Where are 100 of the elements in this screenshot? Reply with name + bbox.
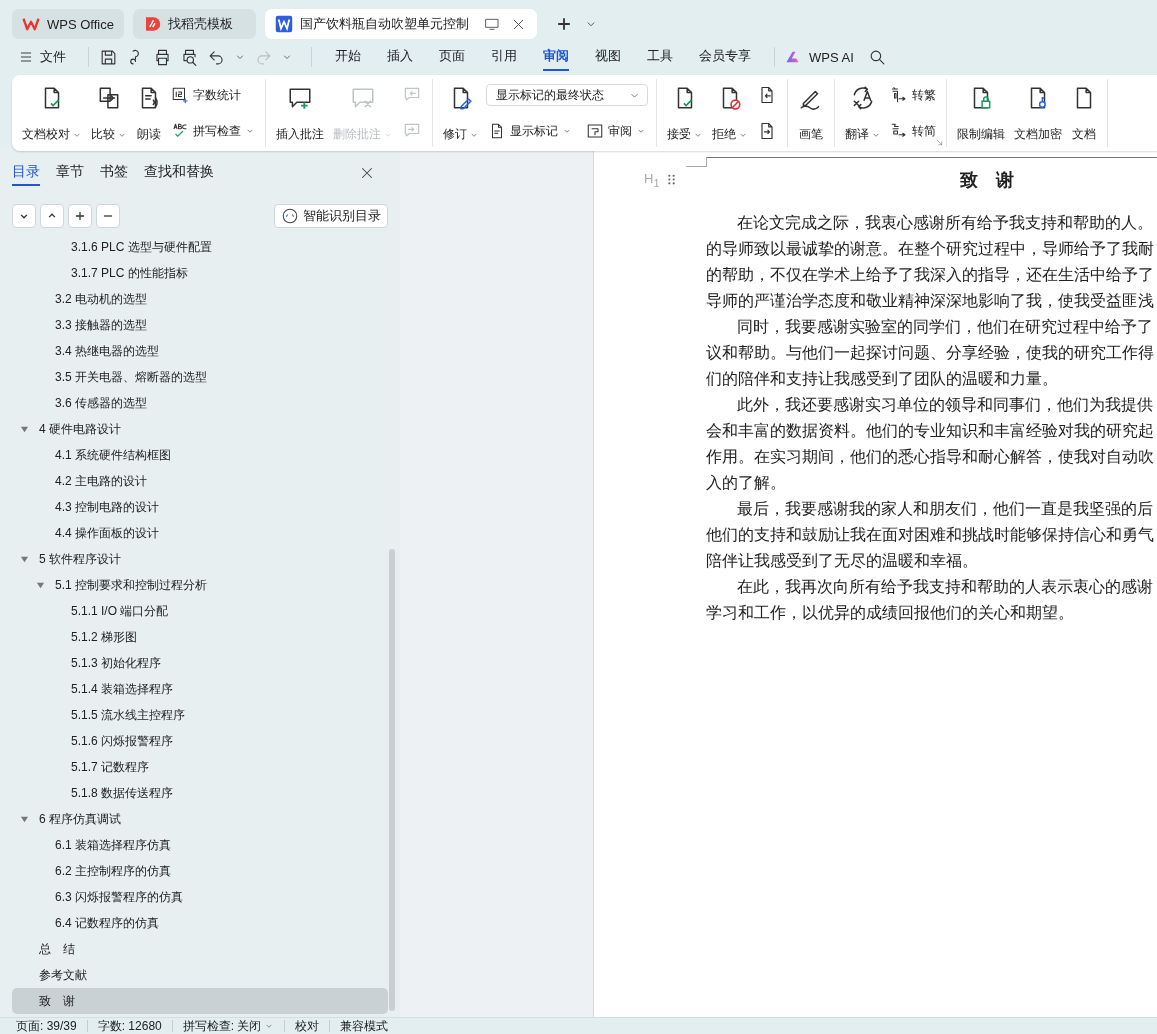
outline-item[interactable]: 5.1.3 初始化程序 <box>12 650 388 676</box>
collapse-arrow-icon[interactable] <box>20 814 29 824</box>
outline-item[interactable]: 6.3 闪烁报警程序的仿真 <box>12 884 388 910</box>
ribbon-button[interactable]: 转简 <box>888 120 938 142</box>
ribbon-button[interactable]: 显示标记 <box>486 120 574 142</box>
outline-label: 5.1.5 流水线主控程序 <box>71 706 186 724</box>
outline-item[interactable]: 4 硬件电路设计 <box>12 416 388 442</box>
ribbon-button[interactable]: 审阅 <box>584 120 648 142</box>
smart-outline-button[interactable]: 智能识别目录 <box>274 204 388 228</box>
ribbon-tab[interactable]: 引用 <box>491 43 517 71</box>
outline-item[interactable]: 6.4 记数程序的仿真 <box>12 910 388 936</box>
menu-icon <box>18 49 34 65</box>
outline-label: 3.4 热继电器的选型 <box>55 342 159 360</box>
outline-item[interactable]: 参考文献 <box>12 962 388 988</box>
outline-item[interactable]: 5.1.1 I/O 端口分配 <box>12 598 388 624</box>
outline-label: 4.2 主电路的设计 <box>55 472 147 490</box>
dialog-launcher-icon[interactable] <box>935 138 944 147</box>
ribbon-button[interactable]: 字数统计 <box>169 84 257 106</box>
ribbon-button[interactable]: 文档校对 <box>20 79 84 147</box>
ribbon-button[interactable]: 翻译 <box>843 79 883 147</box>
heading: 致 谢 <box>959 169 1015 192</box>
outline-item[interactable]: 6.2 主控制程序的仿真 <box>12 858 388 884</box>
outline-item[interactable]: 6 程序仿真调试 <box>12 806 388 832</box>
ribbon-button[interactable]: 限制编辑 <box>955 79 1007 147</box>
outline-label: 4 硬件电路设计 <box>39 420 121 438</box>
outline-item[interactable]: 3.1.7 PLC 的性能指标 <box>12 260 388 286</box>
outline-item[interactable]: 3.1.6 PLC 选型与硬件配置 <box>12 234 388 260</box>
outline-item[interactable]: 5.1.2 梯形图 <box>12 624 388 650</box>
ribbon-tab[interactable]: 审阅 <box>543 43 569 71</box>
ribbon-tab[interactable]: 视图 <box>595 43 621 71</box>
status-text: 校对 <box>295 1017 320 1034</box>
collapse-arrow-icon[interactable] <box>20 424 29 434</box>
panel-tab[interactable]: 目录 <box>12 160 40 186</box>
smart-outline-icon <box>281 207 299 225</box>
status-dropdown[interactable]: 拼写检查: 关闭 <box>182 1017 275 1034</box>
outline-label: 5.1.6 闪烁报警程序 <box>71 732 174 750</box>
outline-item[interactable]: 3.4 热继电器的选型 <box>12 338 388 364</box>
panel-tab[interactable]: 查找和替换 <box>144 160 214 186</box>
outline-item[interactable]: 4.4 操作面板的设计 <box>12 520 388 546</box>
outline-label: 3.5 开关电器、熔断器的选型 <box>55 368 207 386</box>
outline-item[interactable]: 4.2 主电路的设计 <box>12 468 388 494</box>
panel-tab[interactable]: 章节 <box>56 160 84 186</box>
ribbon-tab[interactable]: 工具 <box>647 43 673 71</box>
ribbon-button[interactable]: 插入批注 <box>274 79 326 147</box>
ribbon-button[interactable]: 接受 <box>665 79 705 147</box>
outline-item[interactable]: 5.1.8 数据传送程序 <box>12 780 388 806</box>
outline-label: 5.1.2 梯形图 <box>71 628 138 646</box>
collapse-arrow-icon[interactable] <box>20 554 29 564</box>
markup-dropdown[interactable]: 显示标记的最终状态 <box>486 84 648 106</box>
ribbon-button[interactable]: 文档 <box>1069 79 1099 147</box>
text-line: 们的陪伴和支持让我感受到了团队的温暖和力量。 <box>706 369 1059 390</box>
outline-item[interactable]: 5 软件程序设计 <box>12 546 388 572</box>
outline-item[interactable]: 5.1.7 记数程序 <box>12 754 388 780</box>
document-logo-icon <box>275 15 293 33</box>
outline-label: 5.1.4 装箱选择程序 <box>71 680 174 698</box>
ribbon-button[interactable]: 拼写检查 <box>169 120 257 142</box>
outline-item[interactable]: 3.6 传感器的选型 <box>12 390 388 416</box>
ribbon-tab[interactable]: 页面 <box>439 43 465 71</box>
outline-item[interactable]: 致 谢 <box>12 988 388 1014</box>
ribbon-button[interactable]: 转繁 <box>888 84 938 106</box>
ribbon-button[interactable]: 比较 <box>89 79 129 147</box>
outline-item[interactable]: 3.5 开关电器、熔断器的选型 <box>12 364 388 390</box>
window-tab[interactable]: WPS Office <box>12 9 124 39</box>
ribbon-button[interactable]: 画笔 <box>796 79 826 147</box>
status-text: 兼容模式 <box>340 1017 389 1034</box>
window-tab[interactable]: 国产饮料瓶自动吹塑单元控制 <box>265 9 537 39</box>
ribbon-button[interactable]: 文档加密 <box>1012 79 1064 147</box>
template-logo-icon <box>143 15 161 33</box>
outline-item[interactable]: 4.3 控制电路的设计 <box>12 494 388 520</box>
outline-label: 4.3 控制电路的设计 <box>55 498 159 516</box>
outline-item[interactable]: 5.1.5 流水线主控程序 <box>12 702 388 728</box>
add-button[interactable] <box>68 204 92 228</box>
outline-item[interactable]: 6.1 装箱选择程序仿真 <box>12 832 388 858</box>
outline-label: 参考文献 <box>39 966 87 984</box>
ai-button[interactable]: WPS AI <box>809 49 854 65</box>
text-line: 最后，我要感谢我的家人和朋友们，他们一直是我坚强的后 <box>736 499 1154 520</box>
review-pane-icon <box>586 122 604 140</box>
scrollbar[interactable] <box>389 549 395 1011</box>
outline-label: 5.1 控制要求和控制过程分析 <box>55 576 207 594</box>
ribbon-button[interactable]: 拒绝 <box>710 79 750 147</box>
outline-item[interactable]: 3.3 接触器的选型 <box>12 312 388 338</box>
outline-item[interactable]: 5.1.6 闪烁报警程序 <box>12 728 388 754</box>
window-tab[interactable]: 找稻壳模板 <box>133 9 256 39</box>
ribbon-tab[interactable]: 会员专享 <box>699 43 751 71</box>
remove-button[interactable] <box>96 204 120 228</box>
panel-tab[interactable]: 书签 <box>100 160 128 186</box>
outline-item[interactable]: 总 结 <box>12 936 388 962</box>
file-menu[interactable]: 文件 <box>18 48 66 66</box>
tab-title: WPS Office <box>47 16 114 32</box>
collapse-arrow-icon[interactable] <box>36 580 45 590</box>
outline-item[interactable]: 3.2 电动机的选型 <box>12 286 388 312</box>
outline-item[interactable]: 4.1 系统硬件结构框图 <box>12 442 388 468</box>
ribbon-tab[interactable]: 插入 <box>387 43 413 71</box>
text-line: 会和丰富的数据资料。他们的专业知识和丰富经验对我的研究起 <box>706 421 1155 442</box>
outline-label: 6.4 记数程序的仿真 <box>55 914 159 932</box>
ribbon-button[interactable]: 朗读 <box>134 79 164 147</box>
outline-item[interactable]: 5.1 控制要求和控制过程分析 <box>12 572 388 598</box>
outline-item[interactable]: 5.1.4 装箱选择程序 <box>12 676 388 702</box>
ribbon-tab[interactable]: 开始 <box>335 43 361 71</box>
ribbon-button[interactable]: 修订 <box>441 79 481 147</box>
